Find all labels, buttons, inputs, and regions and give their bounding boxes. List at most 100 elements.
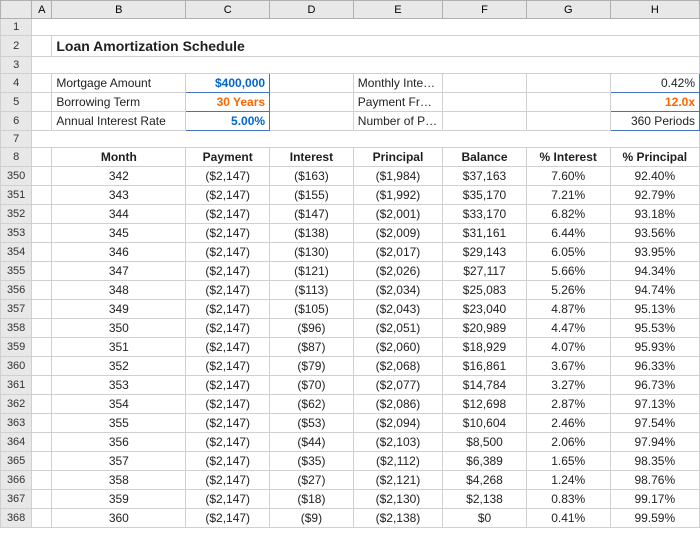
row-num: 365 [1,452,32,471]
cell-pct-prin: 95.13% [610,300,699,319]
row-7-content [32,131,700,148]
cell-principal: ($2,130) [353,490,442,509]
cell-pct-prin: 97.94% [610,433,699,452]
mortgage-amount-value[interactable]: $400,000 [186,74,270,93]
borrowing-term-value[interactable]: 30 Years [186,93,270,112]
row-a [32,338,52,357]
col-balance-header: Balance [443,148,527,167]
table-row: 354 346 ($2,147) ($130) ($2,017) $29,143… [1,243,700,262]
annual-rate-label: Annual Interest Rate [52,112,186,131]
cell-balance: $20,989 [443,319,527,338]
col-header-h[interactable]: H [610,1,699,19]
annual-rate-value[interactable]: 5.00% [186,112,270,131]
row-8-headers: 8 Month Payment Interest Principal Balan… [1,148,700,167]
row-5-d [270,93,354,112]
cell-balance: $37,163 [443,167,527,186]
table-row: 357 349 ($2,147) ($105) ($2,043) $23,040… [1,300,700,319]
spreadsheet-title: Loan Amortization Schedule [52,36,700,57]
cell-interest: ($147) [270,205,354,224]
cell-principal: ($2,026) [353,262,442,281]
cell-pct-prin: 96.33% [610,357,699,376]
payment-freq-label: Payment Frequency [353,93,442,112]
row-6: 6 Annual Interest Rate 5.00% Number of P… [1,112,700,131]
cell-pct-int: 2.46% [526,414,610,433]
row-a [32,357,52,376]
cell-principal: ($2,121) [353,471,442,490]
cell-pct-int: 3.27% [526,376,610,395]
col-header-e[interactable]: E [353,1,442,19]
cell-month: 345 [52,224,186,243]
row-a [32,281,52,300]
cell-principal: ($2,060) [353,338,442,357]
cell-payment: ($2,147) [186,471,270,490]
cell-interest: ($9) [270,509,354,528]
row-5-g [526,93,610,112]
cell-principal: ($1,984) [353,167,442,186]
row-a [32,224,52,243]
cell-month: 351 [52,338,186,357]
row-a [32,243,52,262]
cell-pct-int: 5.66% [526,262,610,281]
cell-month: 354 [52,395,186,414]
row-num-4: 4 [1,74,32,93]
cell-pct-prin: 97.54% [610,414,699,433]
col-header-d[interactable]: D [270,1,354,19]
cell-pct-prin: 96.73% [610,376,699,395]
col-header-c[interactable]: C [186,1,270,19]
cell-payment: ($2,147) [186,509,270,528]
row-num: 364 [1,433,32,452]
table-row: 352 344 ($2,147) ($147) ($2,001) $33,170… [1,205,700,224]
cell-payment: ($2,147) [186,300,270,319]
cell-balance: $16,861 [443,357,527,376]
cell-balance: $25,083 [443,281,527,300]
cell-interest: ($53) [270,414,354,433]
table-row: 350 342 ($2,147) ($163) ($1,984) $37,163… [1,167,700,186]
table-row: 368 360 ($2,147) ($9) ($2,138) $0 0.41% … [1,509,700,528]
cell-month: 350 [52,319,186,338]
cell-principal: ($2,112) [353,452,442,471]
col-header-g[interactable]: G [526,1,610,19]
cell-interest: ($44) [270,433,354,452]
cell-interest: ($35) [270,452,354,471]
col-header-b[interactable]: B [52,1,186,19]
row-num: 358 [1,319,32,338]
cell-interest: ($138) [270,224,354,243]
table-row: 363 355 ($2,147) ($53) ($2,094) $10,604 … [1,414,700,433]
row-4-g [526,74,610,93]
row-num-7: 7 [1,131,32,148]
borrowing-term-label: Borrowing Term [52,93,186,112]
cell-pct-int: 4.07% [526,338,610,357]
cell-principal: ($2,068) [353,357,442,376]
cell-principal: ($2,043) [353,300,442,319]
cell-balance: $8,500 [443,433,527,452]
cell-balance: $2,138 [443,490,527,509]
cell-interest: ($70) [270,376,354,395]
row-num-8: 8 [1,148,32,167]
row-5: 5 Borrowing Term 30 Years Payment Freque… [1,93,700,112]
row-num-5: 5 [1,93,32,112]
cell-month: 358 [52,471,186,490]
cell-balance: $35,170 [443,186,527,205]
col-pct-int-header: % Interest [526,148,610,167]
cell-month: 359 [52,490,186,509]
cell-payment: ($2,147) [186,167,270,186]
cell-pct-int: 3.67% [526,357,610,376]
cell-payment: ($2,147) [186,452,270,471]
col-header-f[interactable]: F [443,1,527,19]
cell-balance: $6,389 [443,452,527,471]
cell-balance: $14,784 [443,376,527,395]
cell-principal: ($2,017) [353,243,442,262]
col-header-a[interactable]: A [32,1,52,19]
row-5-a [32,93,52,112]
payment-freq-value: 12.0x [610,93,699,112]
table-row: 362 354 ($2,147) ($62) ($2,086) $12,698 … [1,395,700,414]
row-a [32,471,52,490]
cell-pct-int: 2.06% [526,433,610,452]
cell-balance: $29,143 [443,243,527,262]
cell-month: 360 [52,509,186,528]
cell-pct-int: 6.05% [526,243,610,262]
row-num: 353 [1,224,32,243]
table-row: 361 353 ($2,147) ($70) ($2,077) $14,784 … [1,376,700,395]
row-num: 362 [1,395,32,414]
cell-month: 344 [52,205,186,224]
